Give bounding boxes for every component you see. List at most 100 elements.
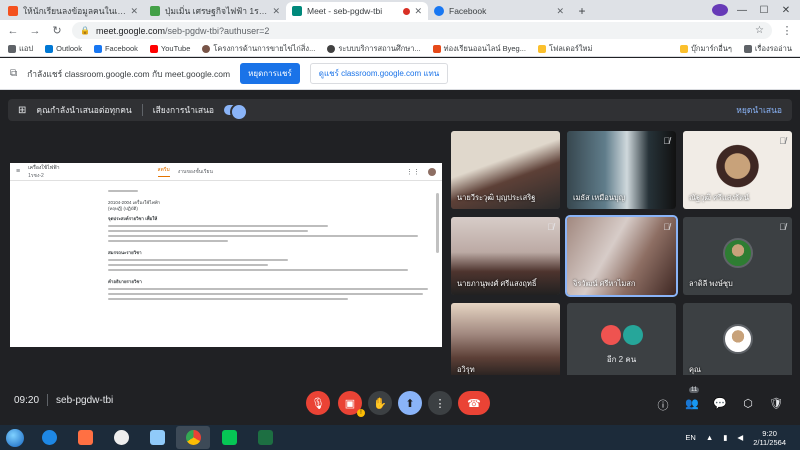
bookmark-item[interactable]: ท่องเรียนออนไลน์ Byeg... [432, 43, 526, 55]
leave-call-button[interactable]: ☎ [458, 391, 490, 415]
text-line [108, 225, 328, 227]
tab-title: ให้นักเรียนลงข้อมูลคนในเขตเลม [23, 6, 126, 16]
classroom-header: ≡ เครื่องใช้ไฟฟ้า 1รชง-2 สตรีม งานของชั้… [10, 163, 442, 181]
bookmark-label: YouTube [160, 44, 191, 53]
bookmark-label: โครงการด้านการขายไข่ไก่สิ่ง... [213, 43, 316, 53]
sync-icon [113, 430, 129, 445]
extensions-icon[interactable]: ⋮ [780, 24, 794, 37]
activities-icon[interactable]: ⬡ [740, 397, 756, 410]
stop-sharing-button[interactable]: หยุดการแชร์ [240, 63, 300, 84]
participant-name: ณัฐวุฒิ ศรีแสงรัตน์ [689, 193, 750, 202]
language-indicator[interactable]: EN [685, 433, 695, 442]
network-icon[interactable]: ▮ [723, 433, 727, 442]
clock-date: 2/11/2564 [753, 437, 786, 447]
stop-presenting-button[interactable]: หยุดนำเสนอ [736, 103, 782, 117]
apps-grid-icon: ⋮⋮ [406, 168, 420, 176]
participant-tile[interactable]: 🎙̸ ลาดิลี พงษ์ชุบ [683, 217, 792, 295]
close-tab-icon[interactable]: ✕ [130, 6, 138, 17]
bookmark-item[interactable]: Outlook [45, 44, 82, 53]
taskbar-sync-app[interactable] [104, 426, 138, 449]
participant-tile[interactable]: 🎙̸ เมธัส เหมือนบุญ [567, 131, 676, 209]
forward-arrow-icon[interactable]: → [28, 25, 42, 37]
bookmark-item[interactable]: ระบบบริการสถานศึกษา... [327, 43, 421, 55]
raise-hand-button[interactable]: ✋ [368, 391, 392, 415]
more-participants-label: อีก 2 คน [606, 355, 637, 364]
volume-icon[interactable]: ◀ [737, 433, 743, 442]
other-bookmarks[interactable]: บุ๊กมาร์กอื่นๆ [680, 43, 732, 55]
presenting-bar: ⊞ คุณกำลังนำเสนอต่อทุกคน เสียงการนำเสนอ … [8, 99, 792, 121]
screen-share-icon: ⧉ [10, 68, 18, 79]
bookmark-item[interactable]: YouTube [149, 44, 191, 53]
bookmark-label: แอป [19, 43, 34, 53]
avatar [428, 167, 436, 176]
meet-favicon-icon [292, 6, 302, 16]
more-options-button[interactable]: ⋮ [428, 391, 452, 415]
browser-tab-active[interactable]: Meet - seb-pgdw-tbi ✕ [286, 2, 428, 20]
participant-tile[interactable]: นายวีระวุฒิ บุญประเสริฐ [451, 131, 560, 209]
competency-heading: สมรรถนะรายวิชา [108, 250, 142, 255]
mic-off-icon: 🎙̸ [547, 222, 554, 232]
self-view-tile[interactable]: คุณ [683, 303, 792, 381]
switch-share-button[interactable]: ดูแชร์ classroom.google.com แทน [309, 63, 449, 84]
sharing-infobar: ⧉ กำลังแชร์ classroom.google.com กับ mee… [0, 58, 800, 90]
address-bar[interactable]: 🔒 meet.google.com/seb-pgdw-tbi?authuser=… [72, 22, 772, 39]
taskbar-file-app[interactable] [140, 426, 174, 449]
taskbar-internet-explorer[interactable] [32, 426, 66, 449]
chat-icon[interactable]: 💬 [712, 397, 728, 410]
participant-name: ลาดิลี พงษ์ชุบ [689, 279, 733, 288]
text-line [108, 298, 348, 300]
bookmark-item[interactable]: โฟลเดอร์ใหม่ [537, 43, 592, 55]
mic-off-icon: 🎙̸ [663, 136, 670, 146]
browser-tab[interactable]: ให้นักเรียนลงข้อมูลคนในเขตเลม ✕ [2, 2, 144, 20]
taskbar-media-player[interactable] [68, 426, 102, 449]
people-icon[interactable]: 👥 [684, 397, 700, 410]
meet-control-bar: 09:20 seb-pgdw-tbi 🎙 ▣! ✋ ⬆ ⋮ ☎ ⓘ 👥 11 💬… [0, 375, 800, 425]
minimize-icon[interactable]: — [734, 5, 750, 16]
mic-toggle-button[interactable]: 🎙 [306, 391, 330, 415]
presentation-audio-toggle[interactable] [224, 103, 249, 121]
more-participants-tile[interactable]: อีก 2 คน [567, 303, 676, 381]
meeting-details-icon[interactable]: ⓘ [655, 397, 671, 413]
browser-tab[interactable]: Facebook ✕ [428, 2, 570, 20]
close-tab-icon[interactable]: ✕ [414, 6, 422, 17]
maximize-icon[interactable]: ☐ [756, 5, 772, 16]
folder-icon [537, 44, 546, 53]
clock[interactable]: 9:20 2/11/2564 [753, 429, 786, 447]
participant-tile[interactable]: 🎙̸ ณัฐวุฒิ ศรีแสงรัตน์ [683, 131, 792, 209]
reading-list-icon [743, 44, 752, 53]
reload-icon[interactable]: ↻ [50, 24, 64, 37]
participant-tile-active-speaker[interactable]: 🎙̸ จิรวัฒน์ ศรีหาไมสก [565, 215, 678, 297]
bookmark-item[interactable]: โครงการด้านการขายไข่ไก่สิ่ง... [202, 43, 315, 55]
participant-name: เมธัส เหมือนบุญ [573, 193, 625, 202]
tab-title: ปุ่มเมิ่น เศรษฐกิจไฟฟ้า 1รชง1 [165, 6, 269, 16]
camera-toggle-button[interactable]: ▣! [338, 391, 365, 417]
taskbar-line[interactable] [212, 426, 246, 449]
taskbar-excel[interactable] [248, 426, 282, 449]
new-tab-button[interactable]: + [574, 3, 590, 19]
people-count-badge: 11 [689, 387, 700, 393]
profile-avatar[interactable] [712, 4, 728, 16]
sharing-message: กำลังแชร์ classroom.google.com กับ meet.… [27, 68, 231, 79]
bookmark-item[interactable]: Facebook [93, 44, 138, 53]
meeting-code: seb-pgdw-tbi [56, 394, 114, 406]
close-tab-icon[interactable]: ✕ [272, 6, 280, 17]
host-controls-icon[interactable]: 🛡 [768, 397, 784, 410]
meet-stage: ⊞ คุณกำลังนำเสนอต่อทุกคน เสียงการนำเสนอ … [0, 91, 800, 425]
url-path: /seb-pgdw-tbi?authuser=2 [165, 25, 270, 36]
hang-up-icon: ☎ [467, 397, 481, 410]
participant-tile[interactable]: 🎙̸ นายภานุพงศ์ ศรีแสงฤทธิ์ [451, 217, 560, 295]
taskbar-chrome[interactable] [176, 426, 210, 449]
reading-list[interactable]: เรื่องรออ่าน [743, 43, 792, 55]
bookmark-item[interactable]: แอป [8, 43, 33, 55]
present-button[interactable]: ⬆ [398, 391, 422, 415]
browser-tab[interactable]: ปุ่มเมิ่น เศรษฐกิจไฟฟ้า 1รชง1 ✕ [144, 2, 286, 20]
close-tab-icon[interactable]: ✕ [556, 6, 564, 17]
back-arrow-icon[interactable]: ← [6, 25, 20, 37]
class-section: 1รชง-2 [28, 172, 44, 179]
participant-tile[interactable]: อวิรุท [451, 303, 560, 381]
bookmark-star-icon[interactable]: ☆ [755, 25, 764, 36]
tab-title: Facebook [449, 6, 487, 16]
close-window-icon[interactable]: ✕ [778, 5, 794, 16]
tray-arrow-icon[interactable]: ▲ [706, 433, 713, 442]
start-button[interactable] [0, 425, 30, 450]
